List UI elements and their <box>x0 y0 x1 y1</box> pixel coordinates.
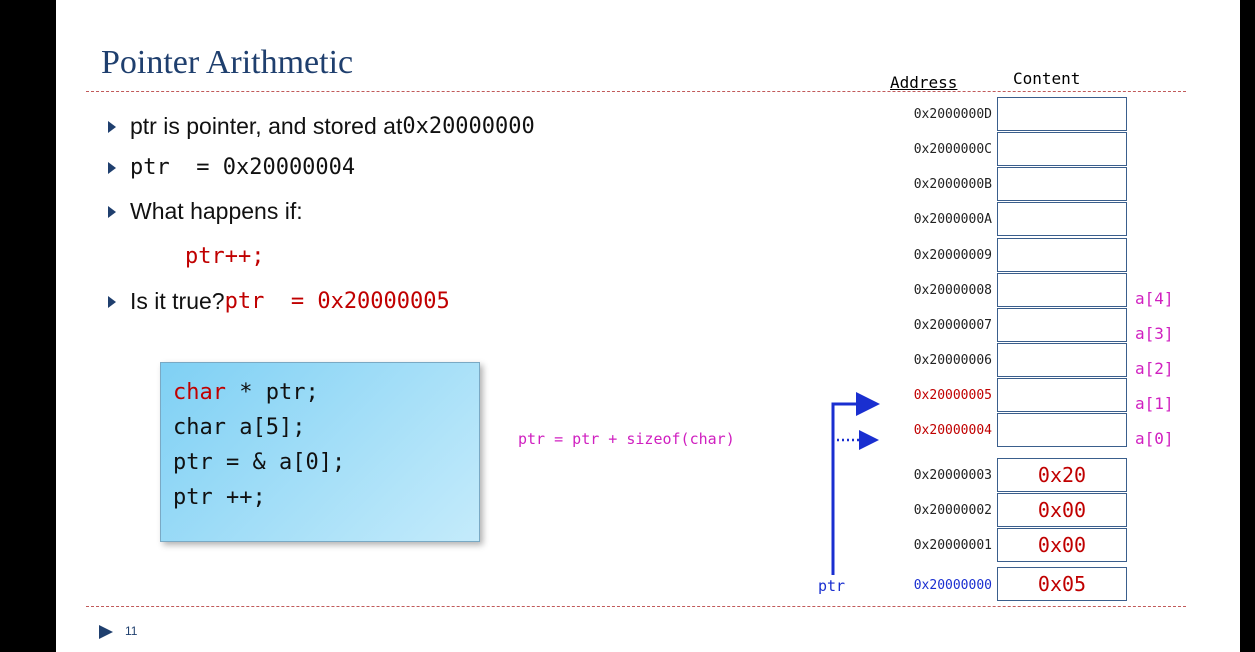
solid-pointer-arrow <box>831 392 880 575</box>
footer-triangle-icon <box>99 625 113 639</box>
slide-number: 11 <box>125 624 138 638</box>
pointer-arrows <box>831 392 880 575</box>
